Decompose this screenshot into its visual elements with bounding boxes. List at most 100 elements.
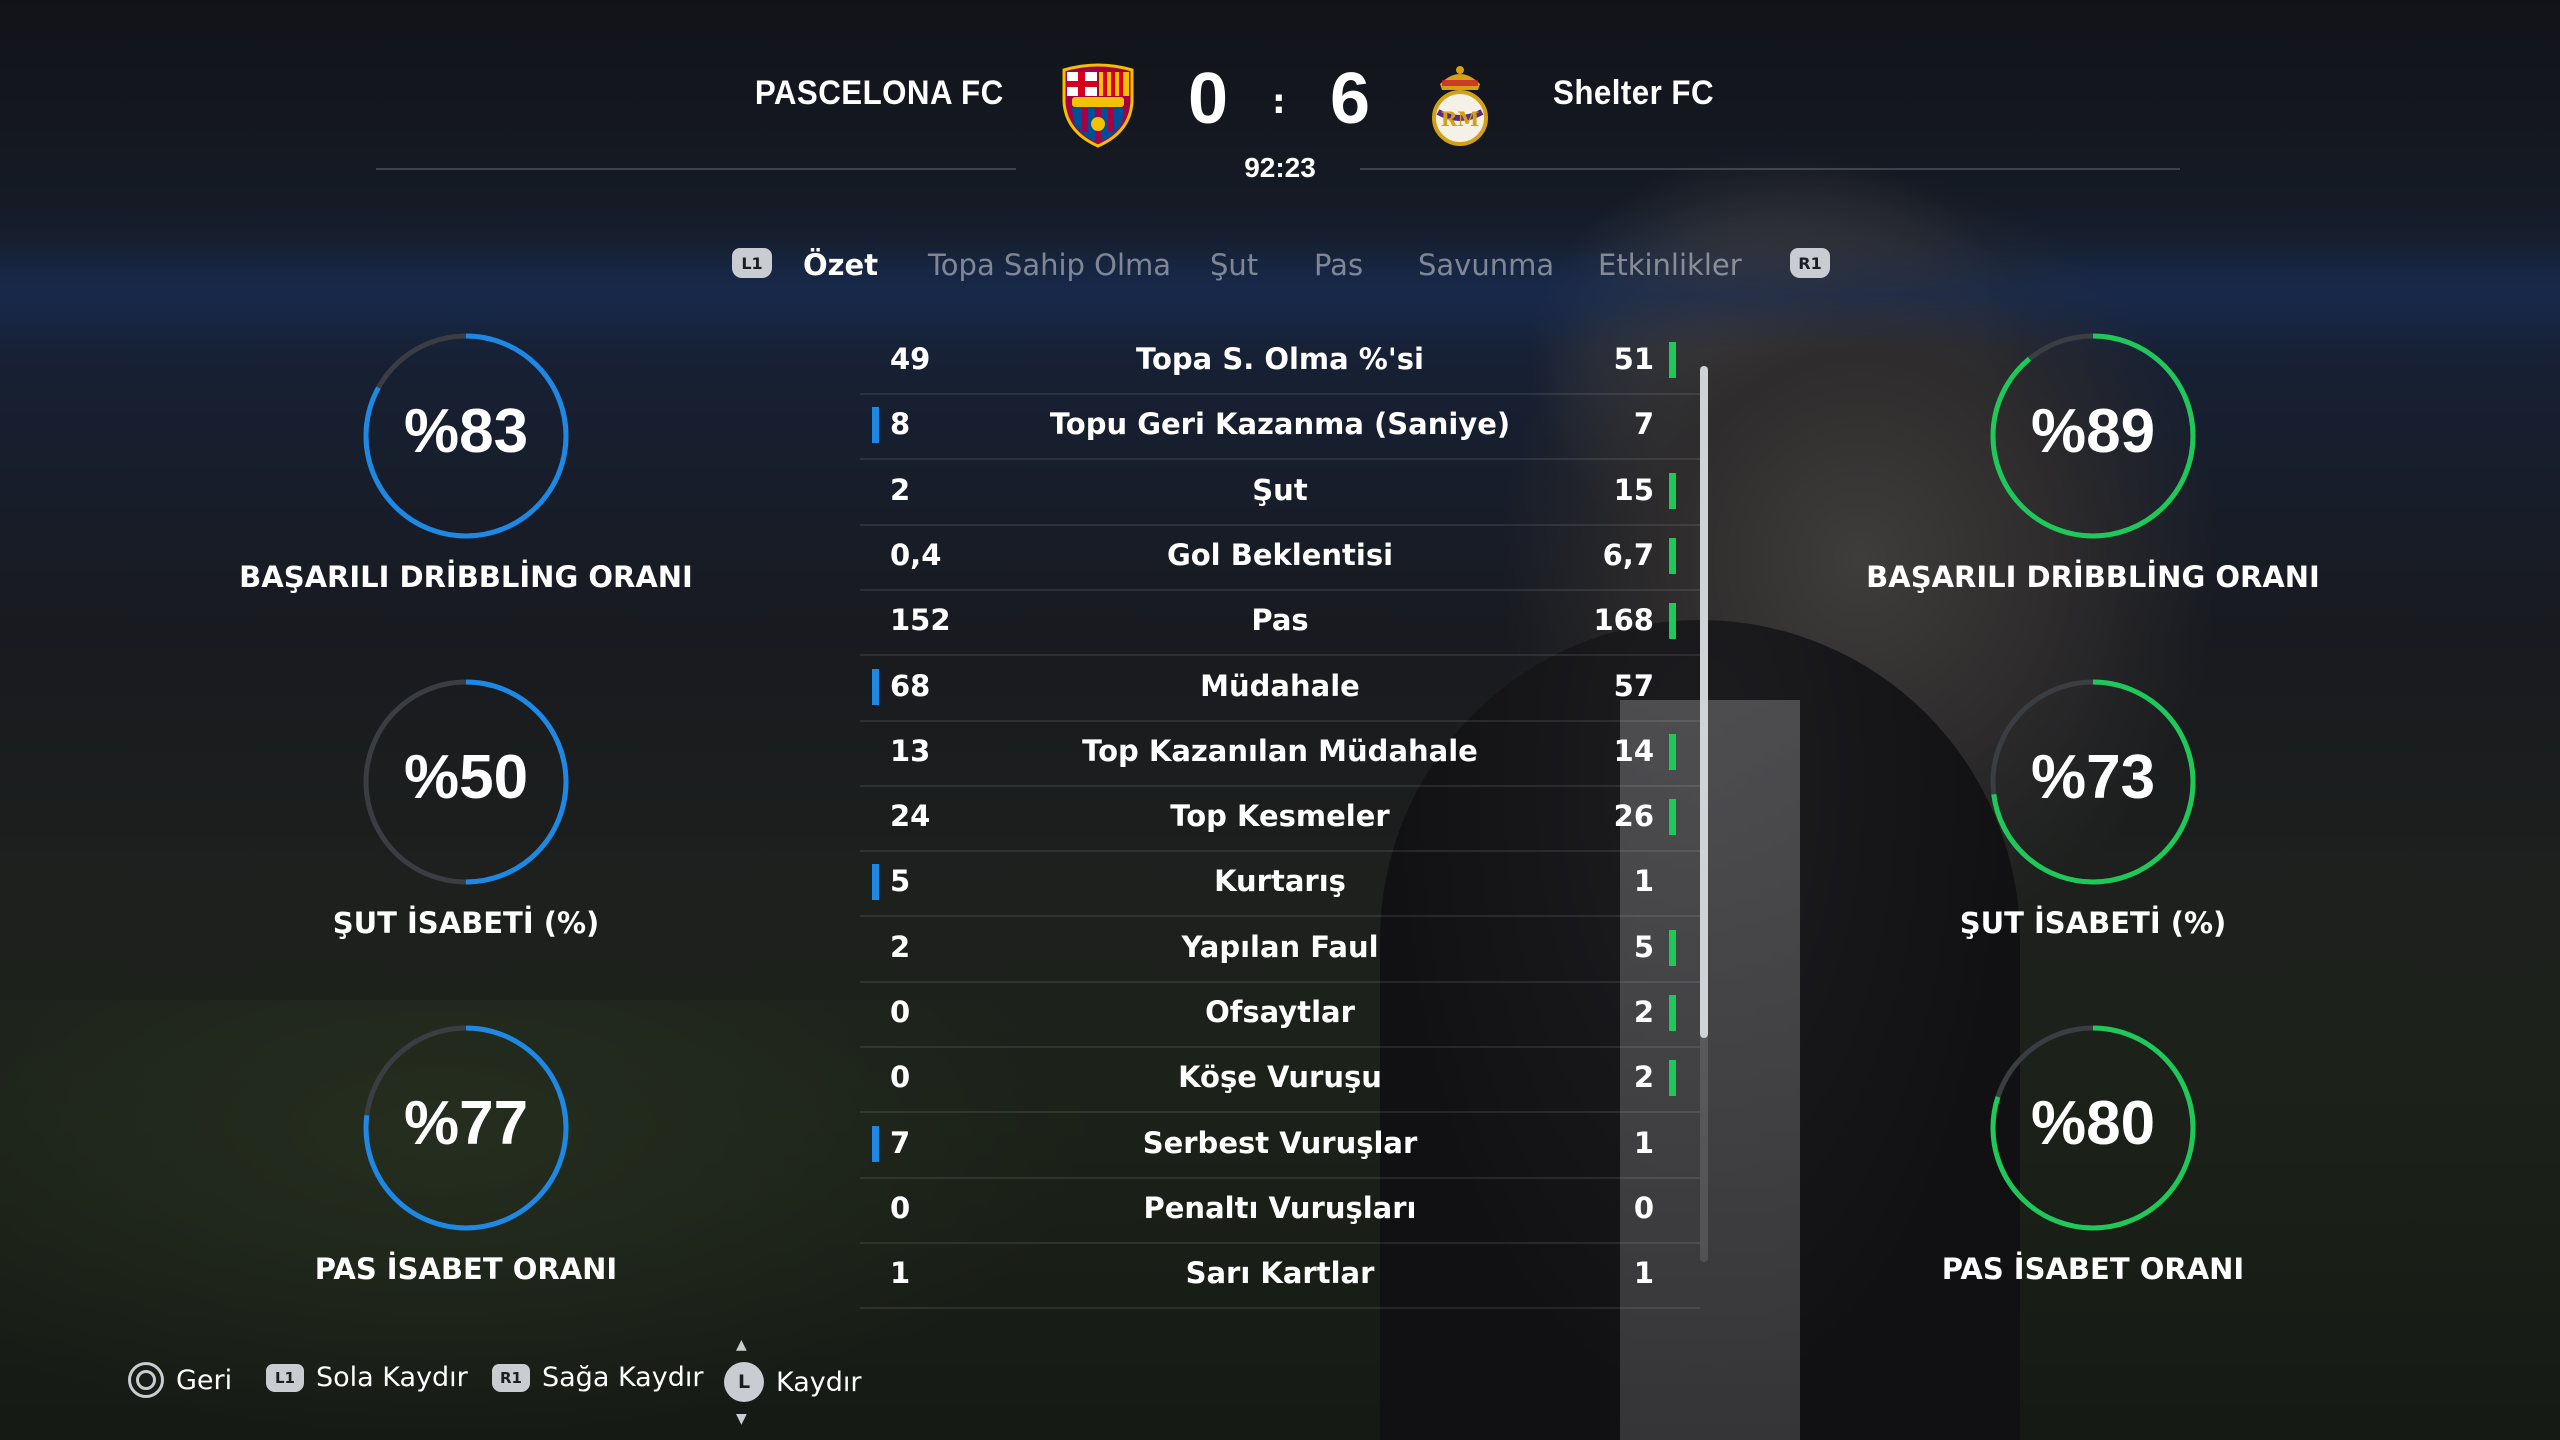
tab-ozet[interactable]: Özet [803,248,878,282]
away-score: 6 [1330,59,1371,139]
l1-button-icon: L1 [266,1363,304,1392]
header-divider-right [1360,168,2180,170]
stat-label: Gol Beklentisi [1166,537,1394,572]
stat-row: 68 Müdahale 57 [860,655,1700,722]
tab-next-button[interactable]: R1 [1790,248,1830,278]
away-leader-bar [1669,342,1676,378]
away-ring-label: BAŞARILI DRİBBLİNG ORANI [1866,560,2320,594]
circle-button-icon [128,1362,164,1398]
stat-row: 1 Sarı Kartlar 1 [860,1242,1700,1310]
stat-home-value: 8 [890,407,911,442]
stat-away-value: 2 [1633,995,1654,1029]
stat-label: Kurtarış [1214,864,1346,899]
home-team-crest-icon [1062,63,1134,148]
away-leader-bar [1669,799,1676,836]
home-ring-label: ŞUT İSABETİ (%) [332,906,600,940]
away-leader-bar [1669,1060,1676,1097]
stat-label: Sarı Kartlar [1185,1256,1375,1291]
stat-row: 13 Top Kazanılan Müdahale 14 [860,720,1700,787]
stat-row: 152 Pas 168 [860,589,1700,657]
stat-home-value: 0,4 [890,537,942,572]
stat-row: 8 Topu Geri Kazanma (Saniye) 7 [860,393,1700,461]
tab-topa-sahip-olma[interactable]: Topa Sahip Olma [928,248,1171,282]
stat-label: Topa S. Olma %'si [1136,342,1424,376]
away-team-crest-icon: RM [1432,66,1488,146]
arrow-down-icon: ▼ [736,1411,747,1427]
stat-row: 49 Topa S. Olma %'si 51 [860,328,1700,395]
stat-home-value: 0 [890,995,911,1029]
stat-home-value: 2 [890,929,911,964]
stat-label: Top Kazanılan Müdahale [1082,733,1478,768]
stat-away-value: 57 [1613,668,1654,703]
stat-away-value: 7 [1633,407,1654,442]
tab-pas[interactable]: Pas [1314,248,1363,282]
stat-row: 0,4 Gol Beklentisi 6,7 [860,524,1700,591]
stat-home-value: 1 [890,1256,911,1291]
away-team-name: Shelter FC [1553,74,1715,112]
stat-label: Top Kesmeler [1170,799,1390,834]
tab-sut[interactable]: Şut [1210,248,1258,282]
stat-label: Şut [1252,472,1308,507]
stat-away-value: 5 [1633,929,1654,964]
away-ring-label: ŞUT İSABETİ (%) [1959,906,2227,940]
away-ring-value: %73 [2030,743,2156,812]
stat-away-value: 15 [1613,472,1654,507]
home-ring-label: PAS İSABET ORANI [314,1252,618,1286]
stat-away-value: 2 [1633,1060,1654,1095]
footer-scroll-right[interactable]: R1 Sağa Kaydır [492,1362,703,1393]
tab-etkinlikler[interactable]: Etkinlikler [1598,248,1742,282]
stat-home-value: 24 [890,799,931,834]
stat-home-value: 7 [890,1125,911,1160]
stat-away-value: 14 [1613,733,1654,768]
stat-label: Ofsaytlar [1205,995,1355,1029]
home-ring-value: %83 [403,397,529,466]
home-ring-value: %50 [403,743,529,812]
stat-away-value: 1 [1633,1125,1654,1160]
stat-row: 0 Köşe Vuruşu 2 [860,1046,1700,1114]
stats-scrollbar-thumb[interactable] [1700,366,1708,1038]
stat-home-value: 5 [890,864,911,899]
stat-row: 2 Yapılan Faul 5 [860,916,1700,983]
footer-scroll-label: Kaydır [776,1366,862,1398]
r1-button-icon: R1 [492,1363,530,1392]
stat-home-value: 2 [890,472,911,507]
stat-label: Penaltı Vuruşları [1143,1190,1417,1225]
stat-home-value: 0 [890,1190,911,1225]
stat-row: 2 Şut 15 [860,459,1700,526]
home-leader-bar [872,1125,879,1162]
tab-savunma[interactable]: Savunma [1418,248,1554,282]
away-ring-value: %80 [2030,1089,2156,1158]
header-divider-left [376,168,1016,170]
footer-scroll-left[interactable]: L1 Sola Kaydır [266,1362,468,1393]
home-ring-value: %77 [403,1089,529,1158]
stat-home-value: 13 [890,733,931,768]
left-stick-icon: ▲ L ▼ [724,1338,764,1426]
stat-away-value: 0 [1633,1190,1654,1225]
stat-away-value: 6,7 [1602,537,1654,572]
home-leader-bar [872,407,879,444]
footer-scroll[interactable]: ▲ L ▼ Kaydır [724,1338,862,1426]
home-leader-bar [872,864,879,901]
home-ring-label: BAŞARILI DRİBBLİNG ORANI [239,560,693,594]
away-ring-label: PAS İSABET ORANI [1941,1252,2245,1286]
stat-away-value: 168 [1593,603,1654,638]
stat-away-value: 1 [1633,1256,1654,1291]
stat-row: 24 Top Kesmeler 26 [860,785,1700,853]
stat-label: Topu Geri Kazanma (Saniye) [1049,407,1511,442]
stat-label: Pas [1251,603,1309,638]
r1-shoulder-icon: R1 [1798,253,1822,273]
home-leader-bar [872,668,879,705]
svg-text:RM: RM [1441,107,1480,131]
stat-row: 5 Kurtarış 1 [860,850,1700,918]
away-ring-value: %89 [2030,397,2156,466]
stat-label: Yapılan Faul [1181,929,1379,964]
footer-back[interactable]: Geri [128,1362,232,1398]
footer-back-label: Geri [176,1364,233,1396]
away-leader-bar [1669,537,1676,574]
stat-away-value: 1 [1633,864,1654,899]
stat-label: Serbest Vuruşlar [1142,1125,1418,1160]
tab-prev-button[interactable]: L1 [732,248,772,278]
stat-away-value: 51 [1613,342,1654,376]
footer-left-label: Sola Kaydır [316,1362,468,1393]
stat-row: 0 Ofsaytlar 2 [860,981,1700,1048]
